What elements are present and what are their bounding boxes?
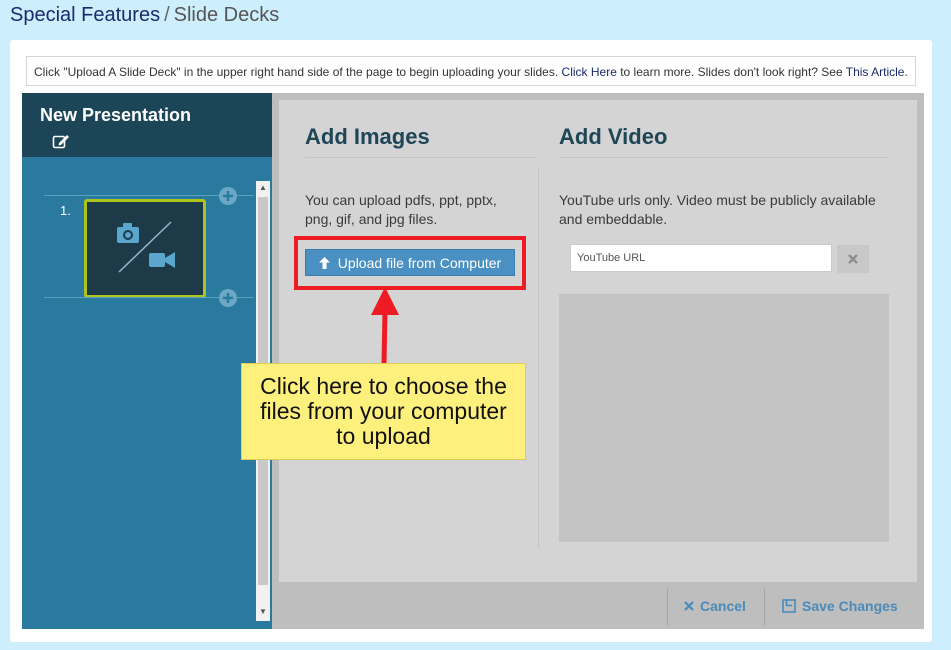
footer-separator-2 [764,589,765,625]
info-text-end: . [904,65,908,79]
presentation-title: New Presentation [40,105,192,125]
upload-file-button[interactable]: Upload file from Computer [305,249,515,276]
cancel-label: Cancel [700,598,746,614]
add-images-description: You can upload pdfs, ppt, pptx, png, gif… [305,192,497,227]
breadcrumb-parent-link[interactable]: Special Features [10,4,160,26]
save-changes-button[interactable]: Save Changes [782,598,898,614]
edit-icon[interactable] [52,133,70,154]
clear-url-button[interactable] [837,245,869,273]
save-icon [782,599,796,613]
save-label: Save Changes [802,598,898,614]
breadcrumb: Special Features / Slide Decks [10,4,279,27]
slide-thumbnail[interactable] [84,199,206,298]
close-icon [684,601,694,611]
breadcrumb-current: Slide Decks [173,4,280,26]
add-video-rule [559,157,888,158]
upload-button-label: Upload file from Computer [337,254,502,271]
slide-sidebar: New Presentation 1. ▲ ▼ [22,93,272,629]
add-slide-above-icon[interactable] [219,187,237,210]
video-preview-area [559,294,889,542]
info-text-middle: to learn more. Slides don't look right? … [620,65,843,79]
add-video-title: Add Video [559,124,668,149]
close-icon [848,254,858,264]
add-images-title: Add Images [305,124,430,149]
click-here-link[interactable]: Click Here [562,65,617,79]
sidebar-header: New Presentation [22,93,272,157]
slide-number: 1. [60,203,71,218]
youtube-url-input[interactable] [570,244,832,272]
scroll-down-arrow-icon[interactable]: ▼ [256,605,270,619]
breadcrumb-separator: / [164,4,170,26]
add-slide-below-icon[interactable] [219,289,237,312]
upload-arrow-icon [318,256,330,269]
add-video-description: YouTube urls only. Video must be publicl… [559,192,876,227]
scroll-up-arrow-icon[interactable]: ▲ [256,181,270,195]
annotation-arrow [371,287,399,364]
column-divider [538,168,539,548]
info-bar: Click "Upload A Slide Deck" in the upper… [26,56,916,86]
add-images-rule [305,157,537,158]
info-text-start: Click "Upload A Slide Deck" in the upper… [34,65,559,79]
this-article-link[interactable]: This Article [846,65,905,79]
callout-text: Click here to choose the files from your… [260,373,507,449]
cancel-button[interactable]: Cancel [684,598,746,614]
annotation-callout: Click here to choose the files from your… [241,363,526,460]
camera-video-placeholder-icon [117,221,175,273]
footer-separator-1 [667,589,668,625]
